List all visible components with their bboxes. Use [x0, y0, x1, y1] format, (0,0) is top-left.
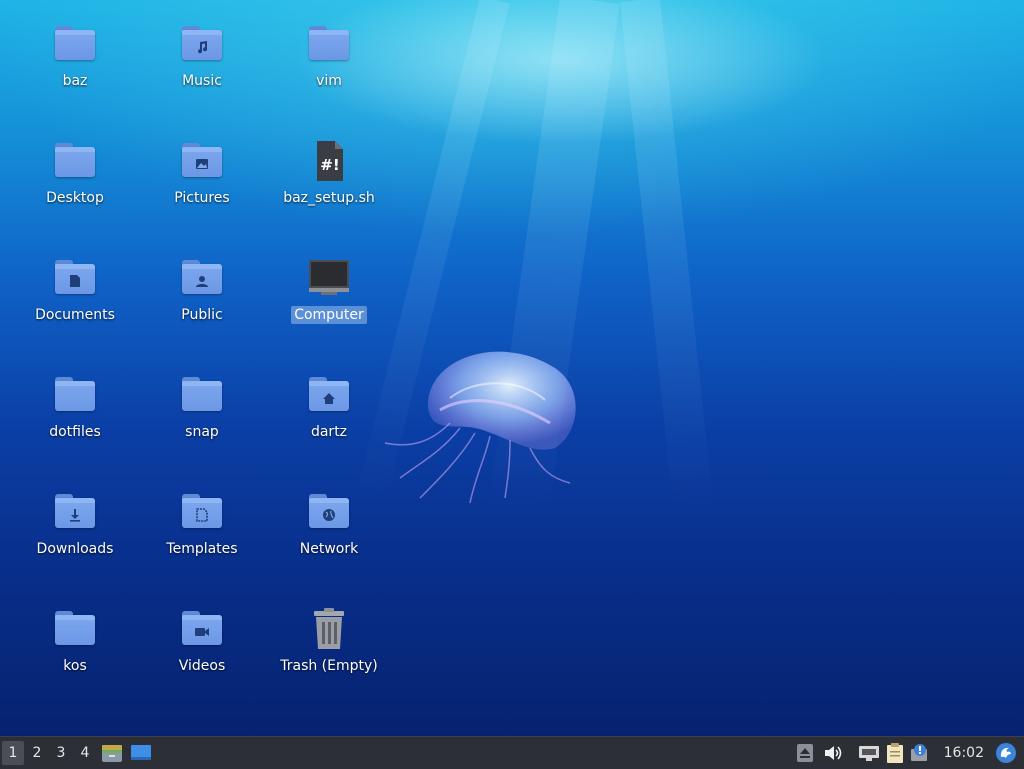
desktop-icon-kos[interactable]: kos: [15, 607, 135, 697]
desktop-icon-label: kos: [63, 658, 87, 674]
file-manager-icon: [102, 745, 122, 762]
download-arrow-folder-icon: [53, 490, 97, 534]
desktop-icon-label: Desktop: [46, 190, 104, 206]
desktop-icon-baz[interactable]: baz: [15, 22, 135, 112]
desktop-icon-dotfiles[interactable]: dotfiles: [15, 373, 135, 463]
workspace-3-button[interactable]: 3: [50, 741, 72, 765]
workspace-2-button[interactable]: 2: [26, 741, 48, 765]
monitor-icon: [307, 256, 351, 300]
desktop-icon-templates[interactable]: Templates: [142, 490, 262, 580]
desktop-icon-label: Music: [182, 73, 222, 89]
globe-folder-icon: [307, 490, 351, 534]
template-folder-icon: [180, 490, 224, 534]
folder-icon: [53, 139, 97, 183]
desktop-icon-pictures[interactable]: Pictures: [142, 139, 262, 229]
desktop-icon-label: Trash (Empty): [280, 658, 378, 674]
show-desktop-icon: [131, 745, 151, 760]
folder-icon: [53, 373, 97, 417]
whisker-menu-button[interactable]: [994, 741, 1018, 765]
notification-button[interactable]: [910, 741, 932, 765]
desktop-icon-desktop[interactable]: Desktop: [15, 139, 135, 229]
folder-icon: [307, 22, 351, 66]
desktop-icon-label: Network: [299, 541, 359, 557]
jellyfish-wallpaper-image: [384, 351, 576, 504]
desktop-icon-label: Templates: [166, 541, 238, 557]
folder-icon: [53, 607, 97, 651]
desktop-icon-label: baz_setup.sh: [283, 190, 375, 206]
desktop-icon-videos[interactable]: Videos: [142, 607, 262, 697]
desktop-icon-network[interactable]: Network: [269, 490, 389, 580]
desktop-icon-computer[interactable]: Computer: [269, 256, 389, 346]
notification-icon: [910, 744, 927, 761]
svg-text:#!: #!: [320, 156, 339, 174]
desktop-icon-trash-empty[interactable]: Trash (Empty): [269, 607, 389, 697]
workspace-1-button[interactable]: 1: [2, 741, 24, 765]
clipboard-button[interactable]: [884, 741, 906, 765]
folder-icon: [53, 22, 97, 66]
desktop-icon-vim[interactable]: vim: [269, 22, 389, 112]
bottom-panel: 1 2 3 4 16:02: [0, 736, 1024, 769]
music-note-folder-icon: [180, 22, 224, 66]
system-tray: 16:02: [796, 737, 1024, 769]
desktop-icon-snap[interactable]: snap: [142, 373, 262, 463]
desktop-icon-label: dartz: [310, 424, 348, 440]
desktop-icon-label: baz: [62, 73, 88, 89]
desktop-icon-baz-setup-sh[interactable]: #! baz_setup.sh: [269, 139, 389, 229]
desktop[interactable]: baz Music vim Desktop Pictures #! baz_setup.sh…: [0, 0, 1024, 736]
desktop-icon-public[interactable]: Public: [142, 256, 262, 346]
document-folder-icon: [53, 256, 97, 300]
volume-icon: [824, 746, 841, 760]
workspace-4-button[interactable]: 4: [74, 741, 96, 765]
picture-folder-icon: [180, 139, 224, 183]
person-folder-icon: [180, 256, 224, 300]
clock[interactable]: 16:02: [944, 745, 984, 761]
network-icon: [858, 746, 879, 761]
desktop-icon-label: Public: [181, 307, 223, 323]
desktop-icon-label: snap: [185, 424, 219, 440]
home-folder-icon: [307, 373, 351, 417]
desktop-icon-documents[interactable]: Documents: [15, 256, 135, 346]
desktop-icon-label: Documents: [35, 307, 115, 323]
desktop-icon-label: vim: [316, 73, 342, 89]
light-ray: [620, 0, 715, 520]
video-camera-folder-icon: [180, 607, 224, 651]
file-manager-launcher[interactable]: [99, 740, 125, 766]
folder-icon: [180, 373, 224, 417]
desktop-icon-label: Videos: [178, 658, 226, 674]
trash-can-icon: [307, 607, 351, 651]
desktop-icon-label: dotfiles: [49, 424, 101, 440]
volume-button[interactable]: [822, 741, 844, 765]
desktop-icon-dartz[interactable]: dartz: [269, 373, 389, 463]
desktop-icon-label: Pictures: [174, 190, 230, 206]
xubuntu-logo-icon: [996, 743, 1016, 763]
desktop-icon-downloads[interactable]: Downloads: [15, 490, 135, 580]
shell-script-file-icon: #!: [307, 139, 351, 183]
desktop-icon-label: Computer: [291, 306, 367, 324]
desktop-icon-music[interactable]: Music: [142, 22, 262, 112]
network-button[interactable]: [858, 741, 880, 765]
eject-button[interactable]: [796, 741, 814, 765]
eject-icon: [796, 744, 813, 762]
desktop-icon-label: Downloads: [36, 541, 114, 557]
show-desktop-button[interactable]: [128, 740, 154, 766]
clipboard-icon: [886, 743, 903, 763]
